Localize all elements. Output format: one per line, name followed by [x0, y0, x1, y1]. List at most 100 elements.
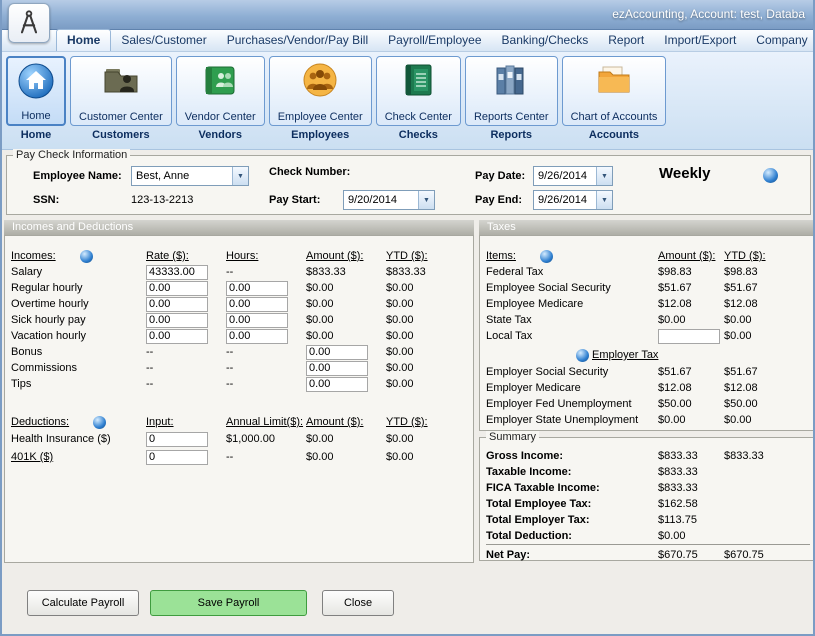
local-tax-input[interactable]: [658, 329, 720, 344]
save-payroll-button[interactable]: Save Payroll: [150, 590, 307, 616]
hours-input[interactable]: [226, 313, 288, 328]
window-title: ezAccounting, Account: test, Databa: [612, 7, 805, 21]
ytd-value: $0.00: [386, 314, 456, 326]
toolbar-reports-center-button[interactable]: Reports Center: [465, 56, 558, 126]
tab-payroll-employee[interactable]: Payroll/Employee: [378, 30, 491, 51]
tab-import-export[interactable]: Import/Export: [654, 30, 746, 51]
summary-label: FICA Taxable Income:: [486, 482, 658, 494]
pay-date-select[interactable]: 9/26/2014 ▼: [533, 166, 613, 186]
annual-limit-value: --: [226, 451, 306, 463]
deduction-input[interactable]: [146, 450, 208, 465]
hours-input[interactable]: [226, 297, 288, 312]
toolbar-group-label: Reports: [490, 129, 532, 141]
rate-input[interactable]: [146, 313, 208, 328]
toolbar-group-label: Employees: [291, 129, 349, 141]
summary-amount: $162.58: [658, 498, 724, 510]
calculate-payroll-button[interactable]: Calculate Payroll: [27, 590, 139, 616]
amount-value: $0.00: [306, 314, 386, 326]
summary-ytd: $833.33: [724, 450, 804, 462]
toolbar-chart-of-accounts-button[interactable]: Chart of Accounts: [562, 56, 667, 126]
summary-amount: $113.75: [658, 514, 724, 526]
amount-input[interactable]: [306, 361, 368, 376]
content-area: Pay Check Information Employee Name: Bes…: [2, 150, 813, 636]
amount-input[interactable]: [306, 345, 368, 360]
tax-label: State Tax: [486, 314, 658, 326]
title-bar[interactable]: ezAccounting, Account: test, Databa: [2, 0, 813, 30]
employee-name-select[interactable]: Best, Anne ▼: [131, 166, 249, 186]
rate-input[interactable]: [146, 281, 208, 296]
summary-label: Total Employer Tax:: [486, 514, 658, 526]
deductions-help-globe-icon[interactable]: [93, 416, 106, 429]
tax-row: Employer Social Security $51.67 $51.67: [486, 364, 810, 380]
toolbar-button-label: Customer Center: [79, 111, 163, 123]
income-label: Sick hourly pay: [11, 314, 146, 326]
employer-tax-help-globe-icon[interactable]: [576, 349, 589, 362]
chevron-down-icon: ▼: [596, 191, 612, 209]
tax-row: State Tax $0.00 $0.00: [486, 312, 810, 328]
dash: --: [226, 362, 306, 374]
ytd-col-header: YTD ($):: [724, 250, 766, 262]
tax-label: Employer State Unemployment: [486, 414, 658, 426]
dash: --: [146, 346, 226, 358]
ytd-col-header: YTD ($):: [386, 250, 428, 262]
deductions-header-row: Deductions: Input: Annual Limit($): Amou…: [11, 414, 469, 430]
pay-start-datepicker[interactable]: 9/20/2014 ▼: [343, 190, 435, 210]
hours-input[interactable]: [226, 329, 288, 344]
toolbar-home-button[interactable]: Home: [6, 56, 66, 126]
taxes-table: Items: Amount ($): YTD ($): Federal Tax …: [486, 248, 810, 428]
tab-purchases-vendor-pay-bill[interactable]: Purchases/Vendor/Pay Bill: [217, 30, 378, 51]
tax-row: Employer Fed Unemployment $50.00 $50.00: [486, 396, 810, 412]
summary-label: Net Pay:: [486, 549, 658, 561]
hours-input[interactable]: [226, 281, 288, 296]
tax-row: Employee Social Security $51.67 $51.67: [486, 280, 810, 296]
pay-end-label: Pay End:: [475, 194, 522, 206]
toolbar-check-center-button[interactable]: Check Center: [376, 56, 461, 126]
rate-input[interactable]: [146, 329, 208, 344]
toolbar-customer-center-button[interactable]: Customer Center: [70, 56, 172, 126]
incomes-section-header: Incomes and Deductions: [4, 220, 474, 235]
summary-net-pay-row: Net Pay: $670.75 $670.75: [486, 544, 810, 562]
summary-row: Total Employee Tax: $162.58: [486, 496, 810, 512]
chevron-down-icon: ▼: [232, 167, 248, 185]
rate-input[interactable]: [146, 297, 208, 312]
income-label: Vacation hourly: [11, 330, 146, 342]
pay-end-select[interactable]: 9/26/2014 ▼: [533, 190, 613, 210]
ytd-value: $0.00: [386, 362, 456, 374]
rate-input[interactable]: [146, 265, 208, 280]
income-row: Sick hourly pay $0.00 $0.00: [11, 312, 469, 328]
tax-ytd: $51.67: [724, 366, 804, 378]
toolbar-button-label: Employee Center: [278, 111, 363, 123]
amount-value: $0.00: [306, 451, 386, 463]
toolbar-vendor-center-button[interactable]: Vendor Center: [176, 56, 265, 126]
tax-label: Employee Social Security: [486, 282, 658, 294]
paycheck-panel: Pay Check Information Employee Name: Bes…: [6, 155, 811, 215]
deduction-input[interactable]: [146, 432, 208, 447]
tab-company[interactable]: Company: [746, 30, 815, 51]
pay-end-value: 9/26/2014: [534, 194, 596, 206]
check-number-input[interactable]: [359, 164, 454, 182]
vendor-center-icon: [200, 60, 240, 100]
deduction-label-link[interactable]: 401K ($): [11, 451, 53, 463]
toolbar-button-label: Chart of Accounts: [571, 111, 658, 123]
app-menu-button[interactable]: [8, 3, 50, 43]
income-row: Tips -- -- $0.00: [11, 376, 469, 392]
close-button[interactable]: Close: [322, 590, 394, 616]
amount-col-header: Amount ($):: [306, 250, 363, 262]
income-row: Regular hourly $0.00 $0.00: [11, 280, 469, 296]
chart-of-accounts-icon: [594, 60, 634, 100]
app-window: ezAccounting, Account: test, Databa Home…: [0, 0, 815, 636]
taxes-help-globe-icon[interactable]: [540, 250, 553, 263]
toolbar-employee-center-button[interactable]: Employee Center: [269, 56, 372, 126]
pay-start-value: 9/20/2014: [344, 194, 418, 206]
incomes-help-globe-icon[interactable]: [80, 250, 93, 263]
tax-amount: $50.00: [658, 398, 724, 410]
tax-amount: $98.83: [658, 266, 724, 278]
tab-sales-customer[interactable]: Sales/Customer: [111, 30, 216, 51]
home-icon: [16, 61, 56, 101]
toolbar-button-label: Reports Center: [474, 111, 549, 123]
tab-report[interactable]: Report: [598, 30, 654, 51]
amount-input[interactable]: [306, 377, 368, 392]
tab-home[interactable]: Home: [56, 29, 111, 51]
tab-banking-checks[interactable]: Banking/Checks: [492, 30, 599, 51]
paycheck-help-globe-icon[interactable]: [763, 168, 778, 183]
